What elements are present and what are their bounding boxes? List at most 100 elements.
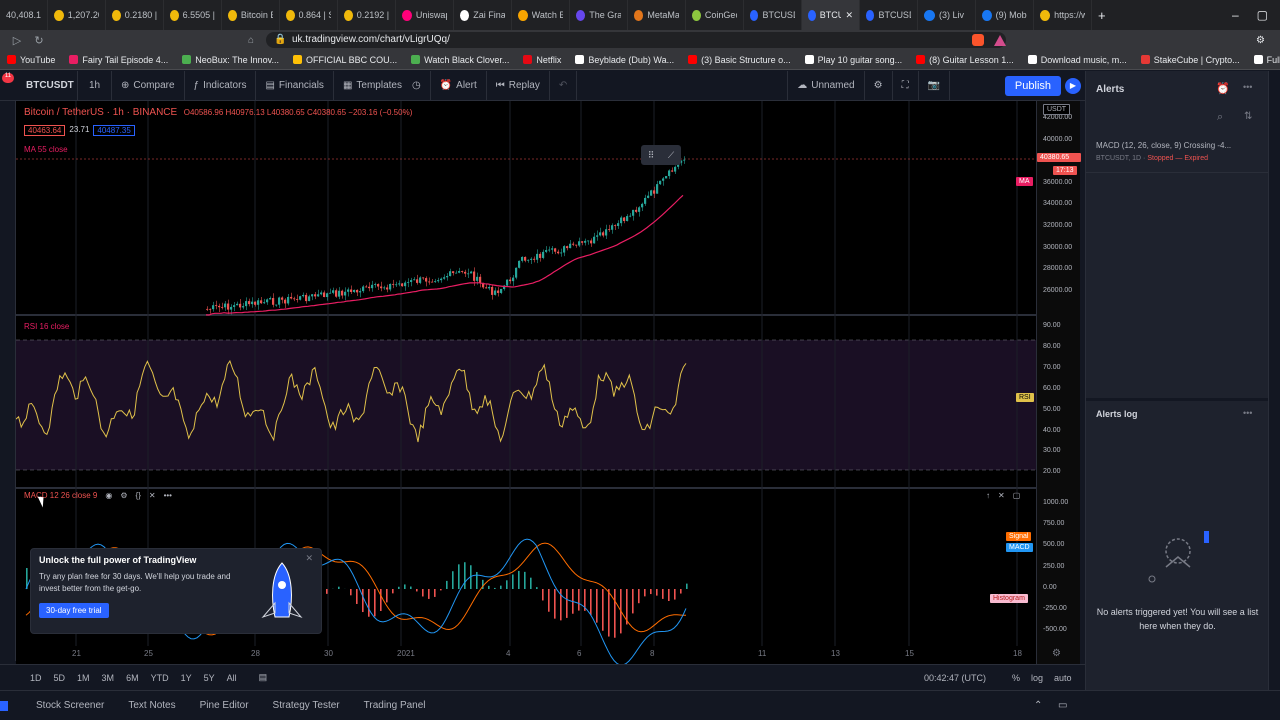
range-button[interactable]: 3M xyxy=(96,673,121,683)
browser-tab[interactable]: BTCUS✕ xyxy=(802,0,860,30)
bookmark-item[interactable]: (8) Guitar Lesson 1... xyxy=(909,55,1021,65)
utc-clock[interactable]: 00:42:47 (UTC) xyxy=(924,673,986,683)
percent-toggle[interactable]: % xyxy=(1012,673,1020,683)
range-button[interactable]: 1Y xyxy=(175,673,198,683)
free-trial-button[interactable]: 30-day free trial xyxy=(39,603,109,618)
browser-tab[interactable]: (9) Mobe xyxy=(976,0,1034,30)
browser-tab[interactable]: Watch Bl xyxy=(512,0,570,30)
snapshot-button[interactable]: 📷 xyxy=(919,70,951,101)
gear-icon[interactable]: ⚙ xyxy=(120,491,127,500)
add-alert-icon[interactable]: ⏰ xyxy=(1216,82,1230,95)
browser-tab[interactable]: 0.2192 | B xyxy=(338,0,396,30)
footer-tab[interactable]: Trading Panel xyxy=(352,700,438,711)
more-options-icon[interactable]: ••• xyxy=(1243,82,1252,92)
log-more-icon[interactable]: ••• xyxy=(1243,408,1252,418)
interval-button[interactable]: 1h xyxy=(78,70,112,101)
url-field[interactable]: 🔒 uk.tradingview.com/chart/vLigrUQq/ xyxy=(266,32,1006,48)
back-icon[interactable]: ▷ xyxy=(6,34,28,47)
browser-tab[interactable]: Bitcoin Ex xyxy=(222,0,280,30)
settings-button[interactable]: ⚙ xyxy=(865,70,893,101)
range-button[interactable]: 6M xyxy=(120,673,145,683)
maximize-panel-icon[interactable]: ▭ xyxy=(1058,700,1067,711)
trendline-icon[interactable]: ⟋ xyxy=(668,150,674,161)
search-icon[interactable]: ⌕ xyxy=(1217,111,1223,124)
bookmark-item[interactable]: Download music, m... xyxy=(1021,55,1134,65)
bookmark-item[interactable]: StakeCube | Crypto... xyxy=(1134,55,1247,65)
footer-tab[interactable]: Stock Screener xyxy=(24,700,116,711)
ma-legend[interactable]: MA 55 close xyxy=(24,145,68,154)
more-icon[interactable]: ••• xyxy=(164,491,172,500)
browser-tab[interactable]: 0.864 | SX xyxy=(280,0,338,30)
bid-price[interactable]: 40463.64 xyxy=(24,125,66,136)
close-tab-icon[interactable]: ✕ xyxy=(845,10,853,21)
restore-icon[interactable]: ▢ xyxy=(1257,8,1268,22)
footer-tab[interactable]: Text Notes xyxy=(116,700,187,711)
macd-legend[interactable]: MACD 12 26 close 9 xyxy=(24,491,97,500)
browser-tab[interactable]: BTCUSDT xyxy=(744,0,802,30)
floating-drawing-toolbar[interactable]: ⠿ ⟋ xyxy=(641,145,681,165)
browser-tab[interactable]: Uniswap xyxy=(396,0,454,30)
source-code-icon[interactable]: {} xyxy=(136,491,141,500)
publish-button[interactable]: Publish xyxy=(1004,76,1061,96)
time-axis[interactable]: 21 25 28 30 2021 4 6 8 11 13 15 18 ⚙ xyxy=(16,645,1080,663)
browser-tab[interactable]: 1,207.20 xyxy=(48,0,106,30)
browser-tab[interactable]: The Grap xyxy=(570,0,628,30)
brave-rewards-icon[interactable] xyxy=(994,34,1006,46)
rsi-legend[interactable]: RSI 16 close xyxy=(24,322,69,331)
goto-date-icon[interactable]: ▤ xyxy=(259,672,268,683)
browser-tab[interactable]: MetaMas xyxy=(628,0,686,30)
alert-list-item[interactable]: MACD (12, 26, close, 9) Crossing -4... B… xyxy=(1086,137,1269,173)
eye-icon[interactable]: ◉ xyxy=(105,491,112,500)
templates-button[interactable]: ▦ Templates ◷ xyxy=(334,70,431,101)
undo-button[interactable]: ↶ xyxy=(550,70,578,101)
profile-icon[interactable]: ⚙ xyxy=(1256,35,1265,46)
range-button[interactable]: 5D xyxy=(48,673,72,683)
axis-settings-icon[interactable]: ⚙ xyxy=(1052,648,1061,659)
range-button[interactable]: All xyxy=(221,673,243,683)
new-tab-button[interactable]: + xyxy=(1092,0,1112,30)
browser-tab[interactable]: 0.2180 | B xyxy=(106,0,164,30)
bookmark-item[interactable]: Beyblade (Dub) Wa... xyxy=(568,55,681,65)
browser-tab[interactable]: 40,408.10 xyxy=(0,0,48,30)
financials-button[interactable]: ▤ Financials xyxy=(256,70,334,101)
brave-shield-icon[interactable] xyxy=(972,34,984,46)
close-pane-icon[interactable]: ✕ xyxy=(998,491,1005,500)
expand-panel-icon[interactable]: ⌃ xyxy=(1034,700,1042,711)
maximize-pane-icon[interactable]: ▢ xyxy=(1013,491,1021,500)
bookmark-icon[interactable]: ⌂ xyxy=(248,35,254,46)
close-icon[interactable]: ✕ xyxy=(149,491,156,500)
browser-tab[interactable]: 6.5505 | U xyxy=(164,0,222,30)
range-button[interactable]: 1M xyxy=(71,673,96,683)
bookmark-item[interactable]: (3) Basic Structure o... xyxy=(681,55,798,65)
ask-price[interactable]: 40487.35 xyxy=(93,125,135,136)
panel-divider[interactable] xyxy=(1086,398,1269,401)
footer-tab[interactable]: Strategy Tester xyxy=(261,700,352,711)
bookmark-item[interactable]: Watch Black Clover... xyxy=(404,55,516,65)
price-scale[interactable]: 42000.0040000.0038000.0036000.0034000.00… xyxy=(1036,101,1081,664)
range-button[interactable]: 5Y xyxy=(198,673,221,683)
reload-icon[interactable]: ↻ xyxy=(28,34,50,47)
browser-tab[interactable]: BTCUSDT xyxy=(860,0,918,30)
browser-tab[interactable]: Zai Finan xyxy=(454,0,512,30)
bookmark-item[interactable]: OFFICIAL BBC COU... xyxy=(286,55,404,65)
bookmark-item[interactable]: Netflix xyxy=(516,55,568,65)
minimize-icon[interactable]: – xyxy=(1232,8,1239,22)
range-button[interactable]: 1D xyxy=(24,673,48,683)
play-icon[interactable]: ▶ xyxy=(1065,78,1081,94)
footer-tab[interactable]: Pine Editor xyxy=(188,700,261,711)
auto-toggle[interactable]: auto xyxy=(1054,673,1072,683)
fullscreen-button[interactable]: ⛶ xyxy=(893,70,919,101)
move-up-icon[interactable]: ↑ xyxy=(986,491,990,500)
bookmark-item[interactable]: Fairy Tail Episode 4... xyxy=(62,55,175,65)
browser-tab[interactable]: CoinGeck xyxy=(686,0,744,30)
indicators-button[interactable]: ƒ Indicators xyxy=(185,70,257,101)
layout-select-button[interactable]: ☁ Unnamed xyxy=(787,70,865,101)
replay-button[interactable]: ⏮ Replay xyxy=(487,70,550,101)
collapse-icon[interactable] xyxy=(0,700,8,711)
range-button[interactable]: YTD xyxy=(145,673,175,683)
drag-handle-icon[interactable]: ⠿ xyxy=(648,150,655,161)
alert-button[interactable]: ⏰ Alert xyxy=(431,70,487,101)
sort-icon[interactable]: ⇅ xyxy=(1244,111,1252,122)
bookmark-item[interactable]: Fullmetal Alchemist... xyxy=(1247,55,1280,65)
browser-tab[interactable]: https://w xyxy=(1034,0,1092,30)
